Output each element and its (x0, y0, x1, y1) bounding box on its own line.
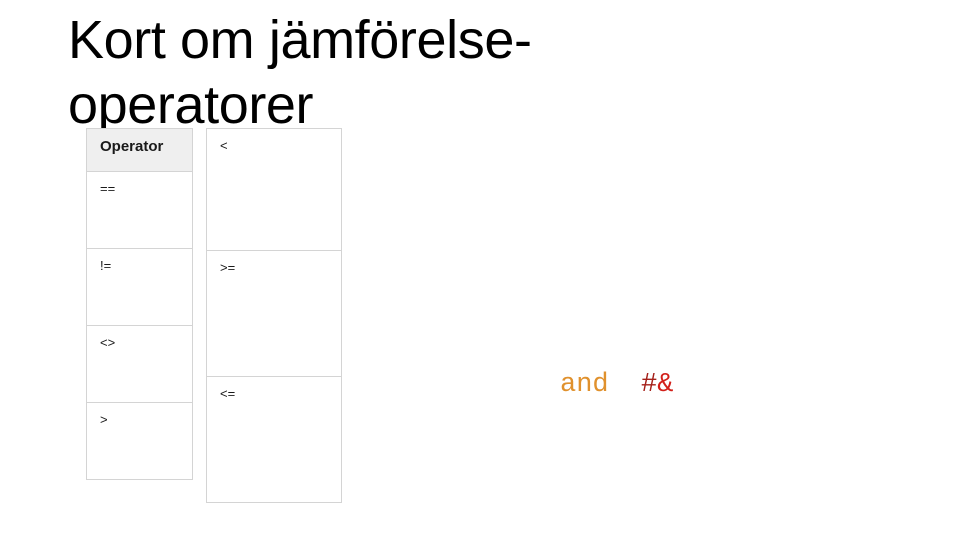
operator-cell-equals: == (86, 171, 193, 249)
table-row: >= (206, 250, 342, 377)
slide-canvas: Kort om jämförelse-operatorer Operator =… (0, 0, 960, 540)
operator-table: Operator == != <> > (86, 128, 193, 480)
page-title: Kort om jämförelse-operatorer (68, 8, 688, 138)
column-header-operator: Operator (86, 128, 193, 172)
operator-cell-not-equals: != (86, 248, 193, 326)
logical-operators-code-block: and #& or #| not #! #xor #^ (560, 165, 690, 540)
comparison-operator-table-left: Operator == != <> > (86, 128, 193, 480)
code-line-and: and #& (560, 341, 690, 429)
operator-cell-greater-than: > (86, 402, 193, 480)
table-header-row: Operator (86, 128, 193, 172)
table-row: > (86, 402, 193, 480)
hash-icon: # (641, 370, 658, 400)
symbol-ampersand: & (657, 370, 674, 400)
table-row: <> (86, 325, 193, 403)
table-row: <= (206, 376, 342, 503)
table-row: != (86, 248, 193, 326)
operator-table: < >= <= (206, 128, 342, 503)
table-row: < (206, 128, 342, 251)
title-line-1: Kort om jämförelse- (68, 10, 532, 70)
comparison-operator-table-right: < >= <= (206, 128, 342, 503)
code-gap (609, 370, 641, 400)
operator-cell-less-than: < (206, 128, 342, 251)
title-line-2: operatorer (68, 74, 314, 135)
table-row: == (86, 171, 193, 249)
keyword-and: and (560, 370, 609, 400)
operator-cell-less-or-equal: <= (206, 376, 342, 503)
operator-cell-greater-or-equal: >= (206, 250, 342, 377)
operator-cell-diamond-not-equals: <> (86, 325, 193, 403)
